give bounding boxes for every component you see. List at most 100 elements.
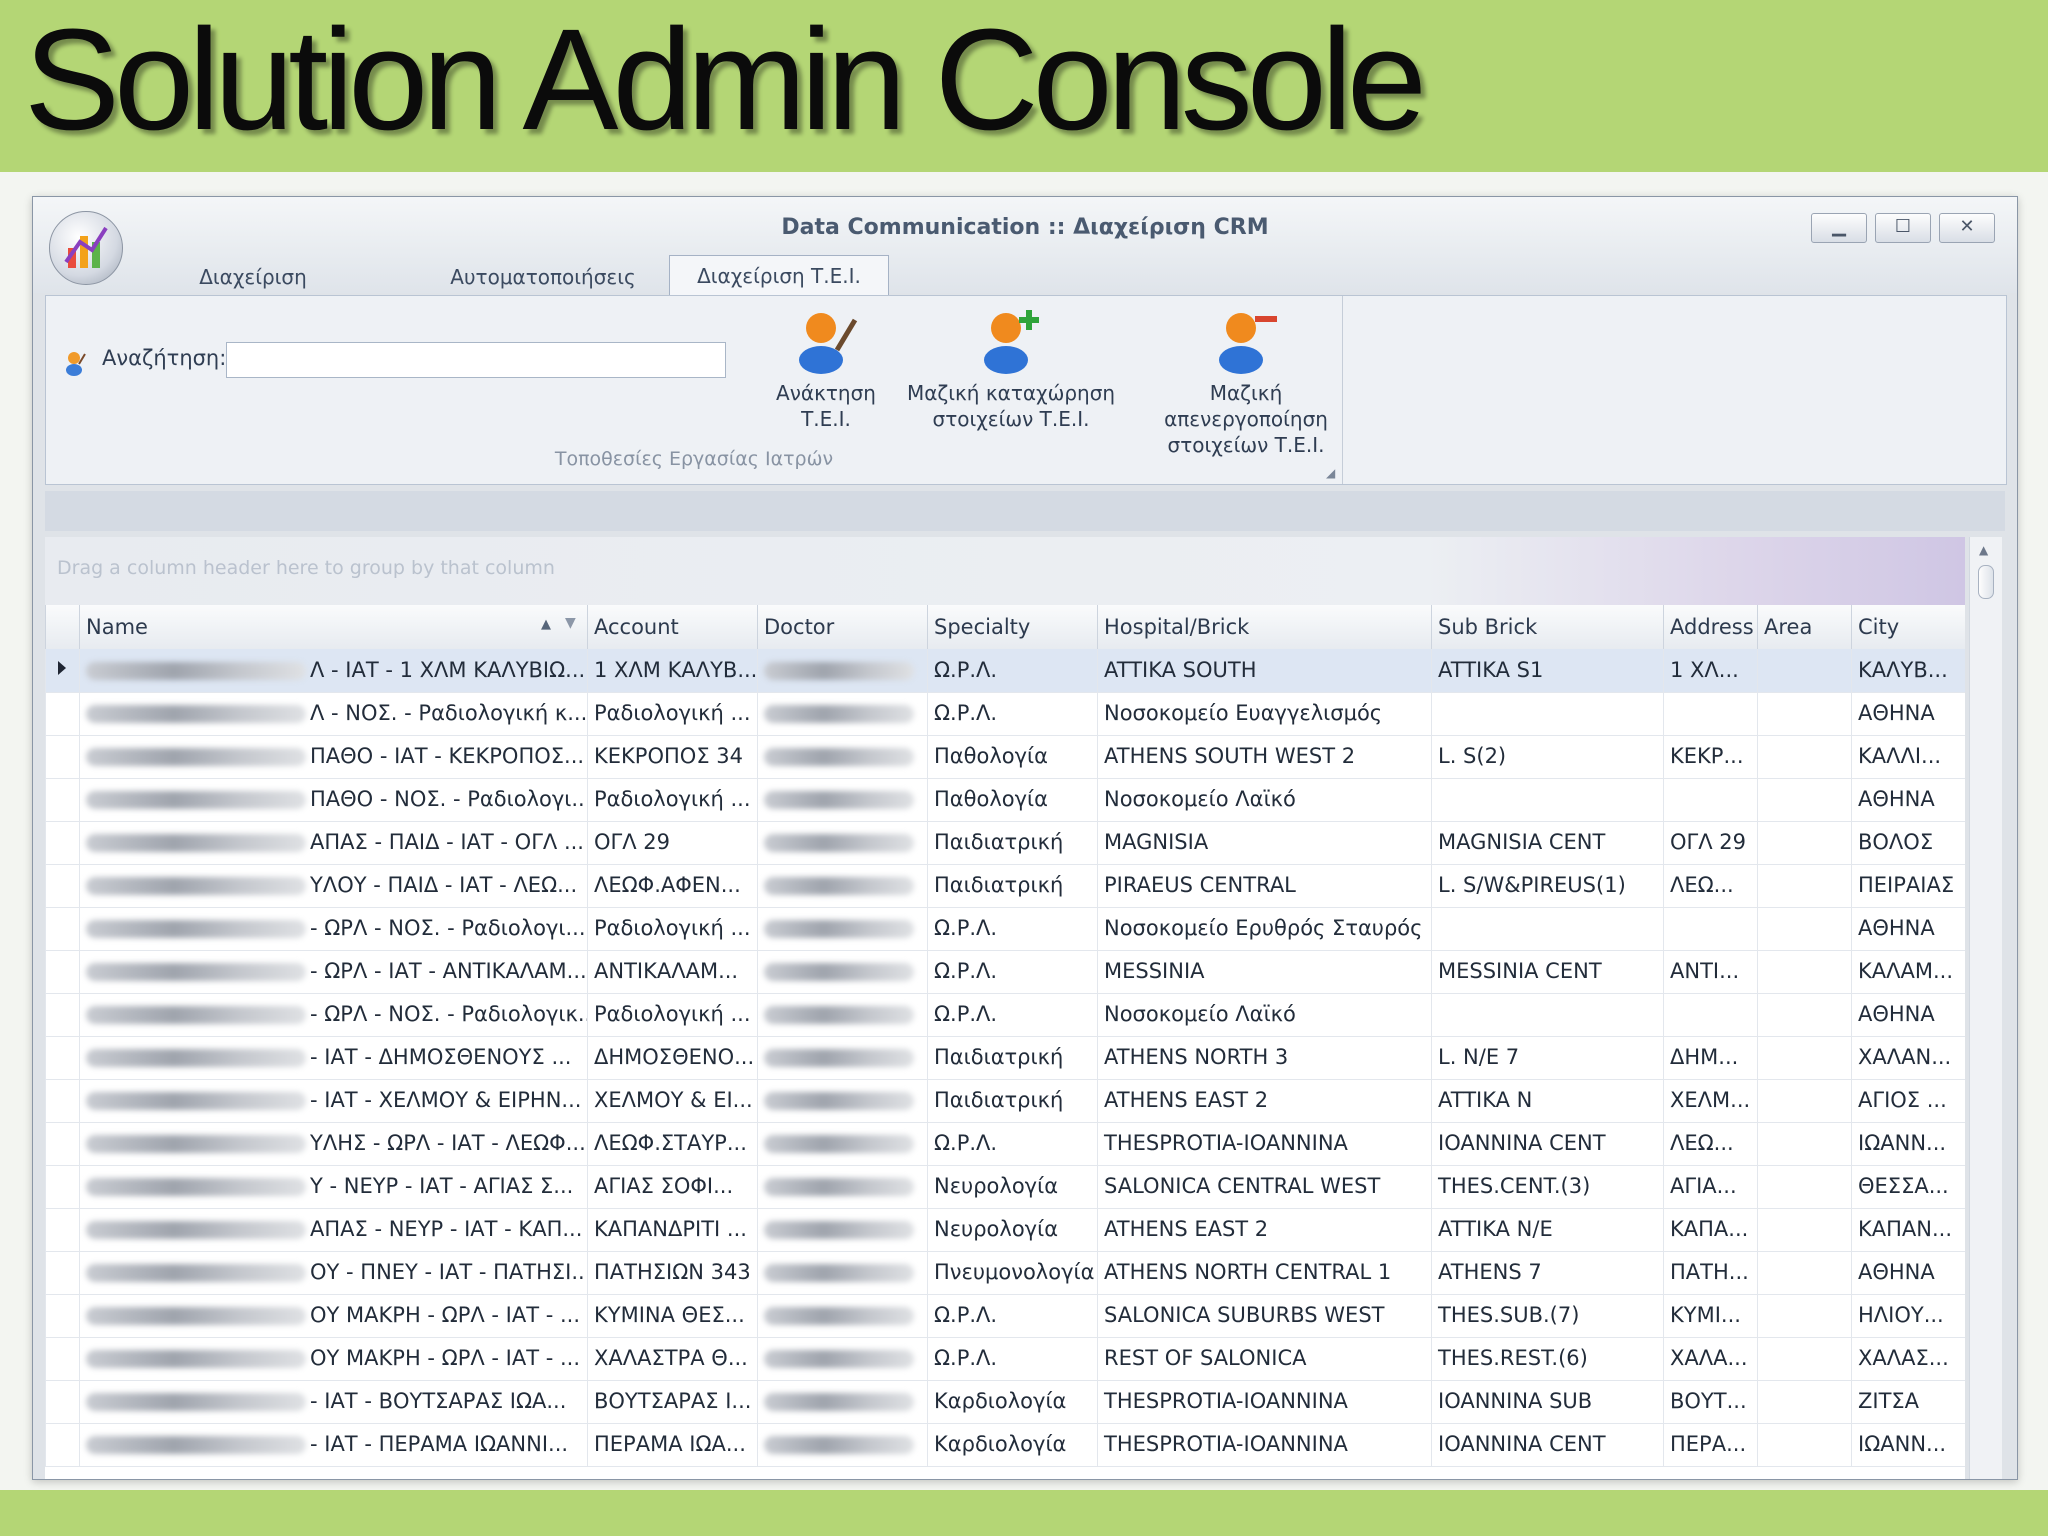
- cell-name[interactable]: ΥΛΟΥ - ΠΑΙΔ - ΙΑΤ - ΛΕΩ...: [79, 864, 587, 907]
- cell-name[interactable]: - ΙΑΤ - ΠΕΡΑΜΑ ΙΩΑΝΝΙ...: [79, 1423, 587, 1466]
- cell-doctor[interactable]: [757, 778, 927, 821]
- cell-sub-brick[interactable]: [1431, 907, 1663, 950]
- cell-city[interactable]: ΒΟΛΟΣ: [1851, 821, 1965, 864]
- row-indicator[interactable]: [45, 993, 79, 1036]
- cell-account[interactable]: ΔΗΜΟΣΘΕΝΟ...: [587, 1036, 757, 1079]
- cell-hospital-brick[interactable]: Νοσοκομείο Λαϊκό: [1097, 993, 1431, 1036]
- cell-specialty[interactable]: Ω.Ρ.Λ.: [927, 993, 1097, 1036]
- cell-doctor[interactable]: [757, 1380, 927, 1423]
- minimize-button[interactable]: ▁: [1811, 213, 1867, 243]
- cell-doctor[interactable]: [757, 1036, 927, 1079]
- cell-address[interactable]: ΧΕΛΜ...: [1663, 1079, 1757, 1122]
- cell-specialty[interactable]: Ω.Ρ.Λ.: [927, 692, 1097, 735]
- cell-doctor[interactable]: [757, 1208, 927, 1251]
- row-indicator[interactable]: [45, 1122, 79, 1165]
- table-row[interactable]: ΠΑΘΟ - ΙΑΤ - ΚΕΚΡΟΠΟΣ... ΚΕΚΡΟΠΟΣ 34 Παθολ…: [45, 735, 1965, 779]
- cell-city[interactable]: ΙΩΑΝΝ...: [1851, 1423, 1965, 1466]
- cell-city[interactable]: ΚΑΛΑΜ...: [1851, 950, 1965, 993]
- row-indicator[interactable]: [45, 864, 79, 907]
- cell-area[interactable]: [1757, 1122, 1851, 1165]
- cell-address[interactable]: ΛΕΩ...: [1663, 1122, 1757, 1165]
- cell-address[interactable]: ΑΝΤΙ...: [1663, 950, 1757, 993]
- cell-doctor[interactable]: [757, 907, 927, 950]
- cell-area[interactable]: [1757, 692, 1851, 735]
- cell-account[interactable]: ΛΕΩΦ.ΣΤΑΥΡ...: [587, 1122, 757, 1165]
- row-indicator[interactable]: [45, 907, 79, 950]
- scroll-thumb[interactable]: [1978, 565, 1994, 599]
- cell-hospital-brick[interactable]: THESPROTIA-IOANNINA: [1097, 1122, 1431, 1165]
- cell-account[interactable]: ΛΕΩΦ.ΑΦΕΝ...: [587, 864, 757, 907]
- column-header-account[interactable]: Account: [587, 605, 757, 649]
- cell-name[interactable]: ΑΠΑΣ - ΝΕΥΡ - ΙΑΤ - ΚΑΠ...: [79, 1208, 587, 1251]
- cell-hospital-brick[interactable]: ATTIKA SOUTH: [1097, 649, 1431, 692]
- cell-name[interactable]: - ΙΑΤ - ΒΟΥΤΣΑΡΑΣ ΙΩΑ...: [79, 1380, 587, 1423]
- cell-hospital-brick[interactable]: THESPROTIA-IOANNINA: [1097, 1423, 1431, 1466]
- cell-address[interactable]: ΔΗΜ...: [1663, 1036, 1757, 1079]
- cell-hospital-brick[interactable]: REST OF SALONICA: [1097, 1337, 1431, 1380]
- cell-sub-brick[interactable]: ATHENS 7: [1431, 1251, 1663, 1294]
- cell-hospital-brick[interactable]: SALONICA CENTRAL WEST: [1097, 1165, 1431, 1208]
- cell-doctor[interactable]: [757, 1251, 927, 1294]
- table-row[interactable]: ΑΠΑΣ - ΝΕΥΡ - ΙΑΤ - ΚΑΠ... ΚΑΠΑΝΔΡΙΤΙ ...…: [45, 1208, 1965, 1252]
- table-row[interactable]: - ΙΑΤ - ΔΗΜΟΣΘΕΝΟΥΣ ... ΔΗΜΟΣΘΕΝΟ... Παιδι…: [45, 1036, 1965, 1080]
- column-header-hospital-brick[interactable]: Hospital/Brick: [1097, 605, 1431, 649]
- cell-account[interactable]: 1 ΧΛΜ ΚΑΛΥΒ...: [587, 649, 757, 692]
- table-row[interactable]: ΑΠΑΣ - ΠΑΙΔ - ΙΑΤ - ΟΓΛ ... ΟΓΛ 29 Παιδιατ…: [45, 821, 1965, 865]
- table-row[interactable]: - ΩΡΛ - ΝΟΣ. - Ραδιολογικ... Ραδιολογική …: [45, 993, 1965, 1037]
- cell-name[interactable]: Λ - ΝΟΣ. - Ραδιολογική κ...: [79, 692, 587, 735]
- cell-area[interactable]: [1757, 1337, 1851, 1380]
- cell-specialty[interactable]: Παιδιατρική: [927, 1079, 1097, 1122]
- cell-specialty[interactable]: Ω.Ρ.Λ.: [927, 1337, 1097, 1380]
- cell-name[interactable]: - ΙΑΤ - ΧΕΛΜΟΥ & ΕΙΡΗΝ...: [79, 1079, 587, 1122]
- table-row[interactable]: ΥΛΟΥ - ΠΑΙΔ - ΙΑΤ - ΛΕΩ... ΛΕΩΦ.ΑΦΕΝ... Πα…: [45, 864, 1965, 908]
- cell-doctor[interactable]: [757, 864, 927, 907]
- cell-hospital-brick[interactable]: Νοσοκομείο Ερυθρός Σταυρός: [1097, 907, 1431, 950]
- cell-specialty[interactable]: Νευρολογία: [927, 1208, 1097, 1251]
- cell-area[interactable]: [1757, 1079, 1851, 1122]
- cell-sub-brick[interactable]: MESSINIA CENT: [1431, 950, 1663, 993]
- cell-hospital-brick[interactable]: SALONICA SUBURBS WEST: [1097, 1294, 1431, 1337]
- cell-city[interactable]: ΑΘΗΝΑ: [1851, 692, 1965, 735]
- cell-city[interactable]: ΧΑΛΑΣ...: [1851, 1337, 1965, 1380]
- cell-name[interactable]: ΠΑΘΟ - ΝΟΣ. - Ραδιολογι...: [79, 778, 587, 821]
- cell-doctor[interactable]: [757, 1294, 927, 1337]
- cell-name[interactable]: - ΩΡΛ - ΝΟΣ. - Ραδιολογι...: [79, 907, 587, 950]
- cell-name[interactable]: Λ - ΙΑΤ - 1 ΧΛΜ ΚΑΛΥΒΙΩ...: [79, 649, 587, 692]
- close-button[interactable]: ✕: [1939, 213, 1995, 243]
- cell-account[interactable]: ΧΑΛΑΣΤΡΑ Θ...: [587, 1337, 757, 1380]
- table-row[interactable]: ΠΑΘΟ - ΝΟΣ. - Ραδιολογι... Ραδιολογική ..…: [45, 778, 1965, 822]
- cell-area[interactable]: [1757, 1208, 1851, 1251]
- cell-doctor[interactable]: [757, 692, 927, 735]
- vertical-scrollbar[interactable]: ▲: [1969, 537, 2002, 1479]
- bulk-add-tei-button[interactable]: Μαζική καταχώρηση στοιχείων Τ.Ε.Ι.: [906, 306, 1116, 432]
- cell-name[interactable]: ΟΥ ΜΑΚΡΗ - ΩΡΛ - ΙΑΤ - ...: [79, 1294, 587, 1337]
- cell-sub-brick[interactable]: ATTIKA N: [1431, 1079, 1663, 1122]
- cell-sub-brick[interactable]: IOANNINA CENT: [1431, 1122, 1663, 1165]
- cell-name[interactable]: - ΩΡΛ - ΝΟΣ. - Ραδιολογικ...: [79, 993, 587, 1036]
- cell-area[interactable]: [1757, 993, 1851, 1036]
- cell-city[interactable]: ΑΘΗΝΑ: [1851, 993, 1965, 1036]
- cell-area[interactable]: [1757, 950, 1851, 993]
- row-indicator[interactable]: [45, 821, 79, 864]
- cell-account[interactable]: Ραδιολογική ...: [587, 692, 757, 735]
- cell-hospital-brick[interactable]: ATHENS SOUTH WEST 2: [1097, 735, 1431, 778]
- cell-sub-brick[interactable]: IOANNINA SUB: [1431, 1380, 1663, 1423]
- table-row[interactable]: - ΙΑΤ - ΒΟΥΤΣΑΡΑΣ ΙΩΑ... ΒΟΥΤΣΑΡΑΣ Ι... Κα…: [45, 1380, 1965, 1424]
- row-indicator[interactable]: [45, 950, 79, 993]
- filter-icon[interactable]: ▼: [565, 615, 576, 631]
- cell-city[interactable]: ΑΘΗΝΑ: [1851, 778, 1965, 821]
- cell-hospital-brick[interactable]: ATHENS EAST 2: [1097, 1208, 1431, 1251]
- tab-automations[interactable]: Αυτοματοποιήσεις: [433, 259, 653, 295]
- window-titlebar[interactable]: Data Communication :: Διαχείριση CRM ▁ ☐…: [33, 197, 2017, 325]
- row-indicator[interactable]: [45, 649, 79, 692]
- cell-city[interactable]: ΚΑΛΛΙ...: [1851, 735, 1965, 778]
- cell-city[interactable]: ΑΘΗΝΑ: [1851, 1251, 1965, 1294]
- cell-sub-brick[interactable]: [1431, 778, 1663, 821]
- row-indicator[interactable]: [45, 1165, 79, 1208]
- cell-address[interactable]: [1663, 907, 1757, 950]
- cell-specialty[interactable]: Καρδιολογία: [927, 1380, 1097, 1423]
- column-header-name[interactable]: Name: [79, 605, 587, 649]
- retrieve-tei-button[interactable]: Ανάκτηση Τ.Ε.Ι.: [736, 306, 916, 432]
- cell-area[interactable]: [1757, 735, 1851, 778]
- cell-name[interactable]: ΟΥ - ΠΝΕΥ - ΙΑΤ - ΠΑΤΗΣΙ...: [79, 1251, 587, 1294]
